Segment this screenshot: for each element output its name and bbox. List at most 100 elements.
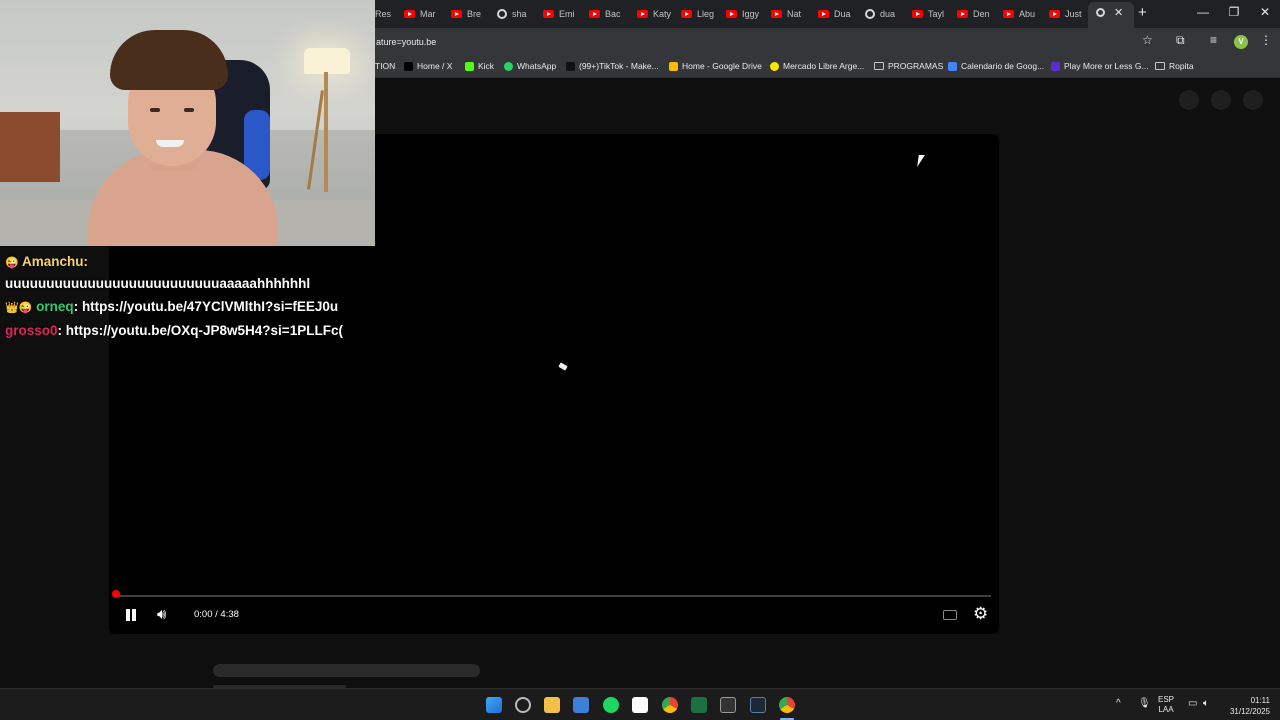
bookmark-label: Play More or Less G... <box>1064 61 1149 71</box>
chat-badge: 😜 <box>5 257 19 269</box>
youtube-icon <box>726 10 737 18</box>
keyboard-layout: LAA <box>1158 705 1174 714</box>
browser-tab[interactable]: dua <box>865 4 907 24</box>
excel-icon[interactable] <box>691 697 707 713</box>
browser-tab[interactable]: Abu <box>1003 4 1045 24</box>
steam-icon[interactable] <box>750 697 766 713</box>
chrome-active-icon[interactable] <box>779 697 795 713</box>
microphone-icon[interactable]: 🎙︎ <box>1138 699 1151 709</box>
spotify-icon[interactable] <box>603 697 619 713</box>
bookmark-label: TION <box>375 61 396 71</box>
browser-tab[interactable]: Den <box>957 4 999 24</box>
tab-label: Dua <box>834 9 851 19</box>
loading-tab-icon <box>1096 8 1105 17</box>
loading-spinner-icon <box>558 362 568 371</box>
streamer-hair <box>110 30 228 90</box>
youtube-icon <box>957 10 968 18</box>
browser-tab[interactable]: Just <box>1049 4 1091 24</box>
bookmark-label: Home - Google Drive <box>682 61 762 71</box>
whatsapp-icon <box>504 61 513 71</box>
bookmark-item[interactable]: Mercado Libre Arge... <box>770 61 864 71</box>
close-tab-icon[interactable]: ✕ <box>1114 6 1123 19</box>
language-indicator[interactable]: ESP LAA <box>1158 695 1174 715</box>
bookmark-item[interactable]: Play More or Less G... <box>1051 61 1149 71</box>
extensions-icon[interactable]: ⧉ <box>1176 33 1185 48</box>
system-clock[interactable]: 01:11 31/12/2025 <box>1222 695 1270 717</box>
bookmark-label: Ropita <box>1169 61 1194 71</box>
tab-label: Katy <box>653 9 672 19</box>
scrubber-handle[interactable] <box>112 590 120 598</box>
browser-tab[interactable]: Lleg <box>681 4 723 24</box>
chrome-icon[interactable] <box>662 697 678 713</box>
header-button-1[interactable] <box>1179 90 1199 110</box>
browser-tab[interactable]: Bac <box>589 4 631 24</box>
subtitles-icon[interactable] <box>943 610 957 620</box>
chat-overlay: 😜 Amanchu: uuuuuuuuuuuuuuuuuuuuuuuuuuaaa… <box>0 246 375 356</box>
browser-tab[interactable]: Iggy <box>726 4 768 24</box>
tab-label: Abu <box>1019 9 1036 19</box>
epic-games-icon[interactable] <box>720 697 736 713</box>
windows-start-icon[interactable] <box>486 697 502 713</box>
kick-icon <box>465 61 474 71</box>
google-icon <box>497 9 507 19</box>
bookmark-item[interactable]: (99+)TikTok - Make... <box>566 61 659 71</box>
gear-icon[interactable]: ⚙ <box>973 604 988 624</box>
lamp-leg <box>324 72 328 192</box>
bookmark-item[interactable]: Home / X <box>404 61 452 71</box>
maximize-button[interactable]: ❐ <box>1224 5 1244 19</box>
settings-icon[interactable] <box>515 697 531 713</box>
browser-tab[interactable]: sha <box>497 4 539 24</box>
youtube-icon <box>771 10 782 18</box>
bookmark-label: Mercado Libre Arge... <box>783 61 865 71</box>
bookmark-item[interactable]: TION <box>375 61 395 71</box>
browser-tab[interactable]: Bre <box>451 4 493 24</box>
media-control-icon[interactable]: ≡ <box>1210 33 1217 47</box>
desk <box>0 112 60 182</box>
bookmark-item[interactable]: PROGRAMAS <box>874 61 943 71</box>
tray-chevron-icon[interactable]: ^ <box>1116 699 1121 709</box>
chat-message: https://youtu.be/47YClVMlthI?si=fEEJ0u <box>81 299 339 314</box>
capcut-icon[interactable] <box>632 697 648 713</box>
browser-tab[interactable]: Katy <box>637 4 679 24</box>
header-button-2[interactable] <box>1211 90 1231 110</box>
minimize-button[interactable]: — <box>1193 5 1213 19</box>
network-icon[interactable]: ▭ <box>1188 699 1197 709</box>
active-tab[interactable] <box>1088 2 1134 28</box>
progress-bar[interactable] <box>117 595 991 597</box>
url-field[interactable]: ature=youtu.be <box>376 37 436 47</box>
menu-kebab-icon[interactable]: ⋮ <box>1260 33 1272 47</box>
bookmark-label: WhatsApp <box>517 61 557 71</box>
bookmark-item[interactable]: WhatsApp <box>504 61 556 71</box>
speaker-icon[interactable]: 🔈︎ <box>1203 699 1209 709</box>
new-tab-button[interactable]: + <box>1138 4 1147 21</box>
profile-avatar[interactable]: V <box>1234 35 1248 49</box>
youtube-icon <box>681 10 692 18</box>
volume-icon[interactable]: 🔊︎ <box>157 606 166 623</box>
browser-tab[interactable]: Mar <box>404 4 446 24</box>
file-explorer-icon[interactable] <box>544 697 560 713</box>
close-window-button[interactable]: ✕ <box>1255 5 1275 19</box>
store-icon[interactable] <box>573 697 589 713</box>
tab-label: Nat <box>787 9 802 19</box>
browser-tab[interactable]: Nat <box>771 4 813 24</box>
youtube-icon <box>637 10 648 18</box>
browser-tab[interactable]: Tayl <box>912 4 954 24</box>
bookmark-item[interactable]: Ropita <box>1155 61 1194 71</box>
bookmark-item[interactable]: Home - Google Drive <box>669 61 762 71</box>
chat-username: grosso0 <box>5 323 58 338</box>
tab-label: Mar <box>420 9 436 19</box>
bookmark-star-icon[interactable]: ☆ <box>1142 33 1153 47</box>
youtube-icon <box>543 10 554 18</box>
bookmark-item[interactable]: Calendario de Goog... <box>948 61 1044 71</box>
browser-tab[interactable]: Emi <box>543 4 585 24</box>
clock-time: 01:11 <box>1250 696 1270 705</box>
header-button-3[interactable] <box>1243 90 1263 110</box>
chat-line: grosso0: https://youtu.be/OXq-JP8w5H4?si… <box>5 323 343 338</box>
bookmark-item[interactable]: Kick <box>465 61 494 71</box>
pause-icon[interactable] <box>125 609 137 621</box>
chat-line: 👑😜 orneq: https://youtu.be/47YClVMlthI?s… <box>5 299 339 314</box>
tab-label: Emi <box>559 9 575 19</box>
youtube-icon <box>818 10 829 18</box>
title-placeholder <box>213 664 480 677</box>
browser-tab[interactable]: Dua <box>818 4 860 24</box>
